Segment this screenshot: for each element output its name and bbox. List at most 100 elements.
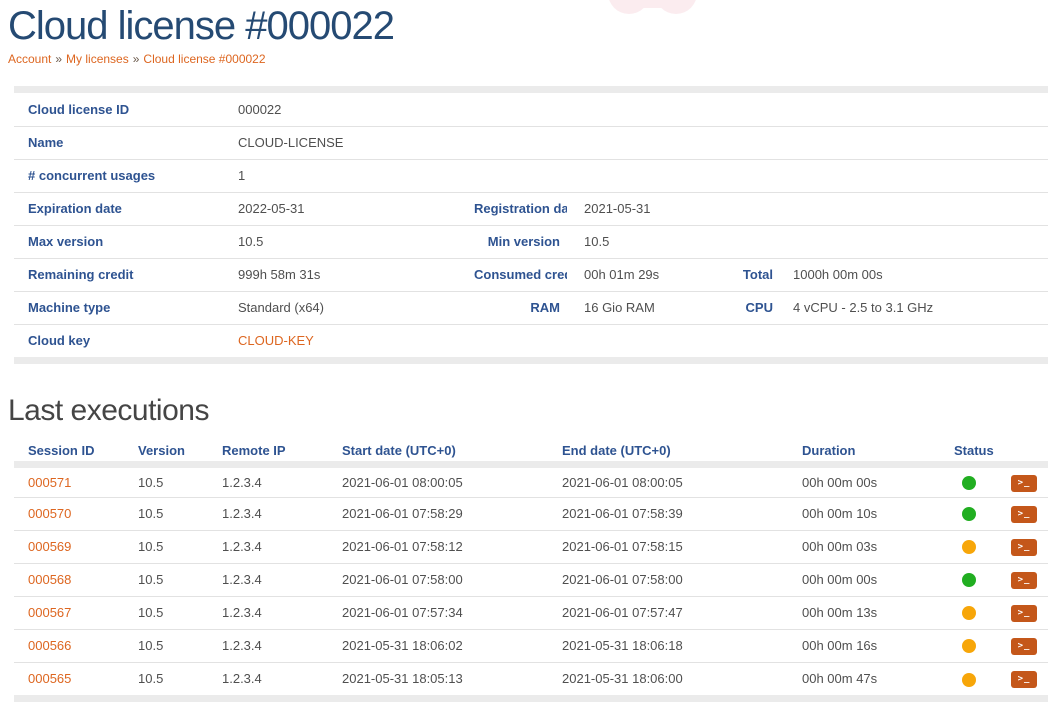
column-header-remote-ip: Remote IP xyxy=(221,440,341,464)
session-link[interactable]: 000571 xyxy=(28,475,71,490)
field-label: Registration date xyxy=(473,192,567,225)
field-label: Cloud license ID xyxy=(14,93,237,126)
table-row: Name CLOUD-LICENSE xyxy=(14,126,1048,159)
session-link[interactable]: 000568 xyxy=(28,572,71,587)
console-icon[interactable]: >_ xyxy=(1011,605,1037,622)
end-date-cell: 2021-05-31 18:06:18 xyxy=(561,629,801,662)
field-label: Total xyxy=(727,258,787,291)
end-date-cell: 2021-05-31 18:06:00 xyxy=(561,662,801,695)
column-header-end-date: End date (UTC+0) xyxy=(561,440,801,464)
start-date-cell: 2021-06-01 07:58:12 xyxy=(341,530,561,563)
field-value: 4 vCPU - 2.5 to 3.1 GHz xyxy=(787,291,1048,324)
duration-cell: 00h 00m 16s xyxy=(801,629,953,662)
status-indicator-icon xyxy=(962,606,976,620)
status-indicator-icon xyxy=(962,507,976,521)
section-heading: Last executions xyxy=(8,392,1062,430)
start-date-cell: 2021-06-01 07:58:29 xyxy=(341,497,561,530)
version-cell: 10.5 xyxy=(137,464,221,497)
field-value: 00h 01m 29s xyxy=(567,258,727,291)
console-icon[interactable]: >_ xyxy=(1011,671,1037,688)
field-value: 1000h 00m 00s xyxy=(787,258,1048,291)
breadcrumb: Account»My licenses»Cloud license #00002… xyxy=(0,50,1062,66)
license-details-table: Cloud license ID 000022 Name CLOUD-LICEN… xyxy=(14,93,1048,357)
field-value: 10.5 xyxy=(567,225,727,258)
console-icon[interactable]: >_ xyxy=(1011,638,1037,655)
session-link[interactable]: 000567 xyxy=(28,605,71,620)
duration-cell: 00h 00m 47s xyxy=(801,662,953,695)
version-cell: 10.5 xyxy=(137,497,221,530)
breadcrumb-link-current[interactable]: Cloud license #000022 xyxy=(143,52,265,66)
remote-ip-cell: 1.2.3.4 xyxy=(221,596,341,629)
table-row: # concurrent usages 1 xyxy=(14,159,1048,192)
start-date-cell: 2021-05-31 18:06:02 xyxy=(341,629,561,662)
table-header-row: Session ID Version Remote IP Start date … xyxy=(14,440,1048,464)
duration-cell: 00h 00m 00s xyxy=(801,464,953,497)
page-title: Cloud license #000022 xyxy=(0,0,1062,50)
execution-row: 000570 10.5 1.2.3.4 2021-06-01 07:58:29 … xyxy=(14,497,1048,530)
field-label: Remaining credit xyxy=(14,258,237,291)
field-label: Machine type xyxy=(14,291,237,324)
execution-row: 000566 10.5 1.2.3.4 2021-05-31 18:06:02 … xyxy=(14,629,1048,662)
version-cell: 10.5 xyxy=(137,530,221,563)
end-date-cell: 2021-06-01 07:58:15 xyxy=(561,530,801,563)
remote-ip-cell: 1.2.3.4 xyxy=(221,497,341,530)
console-icon[interactable]: >_ xyxy=(1011,506,1037,523)
version-cell: 10.5 xyxy=(137,629,221,662)
duration-cell: 00h 00m 13s xyxy=(801,596,953,629)
end-date-cell: 2021-06-01 07:58:00 xyxy=(561,563,801,596)
end-date-cell: 2021-06-01 08:00:05 xyxy=(561,464,801,497)
field-label: # concurrent usages xyxy=(14,159,237,192)
remote-ip-cell: 1.2.3.4 xyxy=(221,530,341,563)
status-indicator-icon xyxy=(962,673,976,687)
execution-row: 000568 10.5 1.2.3.4 2021-06-01 07:58:00 … xyxy=(14,563,1048,596)
end-date-cell: 2021-06-01 07:57:47 xyxy=(561,596,801,629)
end-date-cell: 2021-06-01 07:58:39 xyxy=(561,497,801,530)
execution-row: 000571 10.5 1.2.3.4 2021-06-01 08:00:05 … xyxy=(14,464,1048,497)
console-icon[interactable]: >_ xyxy=(1011,539,1037,556)
session-link[interactable]: 000570 xyxy=(28,506,71,521)
version-cell: 10.5 xyxy=(137,563,221,596)
duration-cell: 00h 00m 03s xyxy=(801,530,953,563)
remote-ip-cell: 1.2.3.4 xyxy=(221,629,341,662)
table-bottom-divider xyxy=(14,357,1048,364)
console-icon[interactable]: >_ xyxy=(1011,475,1037,492)
execution-row: 000567 10.5 1.2.3.4 2021-06-01 07:57:34 … xyxy=(14,596,1048,629)
column-header-duration: Duration xyxy=(801,440,953,464)
status-indicator-icon xyxy=(962,476,976,490)
field-label: Expiration date xyxy=(14,192,237,225)
start-date-cell: 2021-06-01 08:00:05 xyxy=(341,464,561,497)
table-row: Cloud license ID 000022 xyxy=(14,93,1048,126)
status-indicator-icon xyxy=(962,573,976,587)
field-value: CLOUD-LICENSE xyxy=(237,126,473,159)
start-date-cell: 2021-06-01 07:57:34 xyxy=(341,596,561,629)
session-link[interactable]: 000569 xyxy=(28,539,71,554)
duration-cell: 00h 00m 00s xyxy=(801,563,953,596)
table-row: Expiration date 2022-05-31 Registration … xyxy=(14,192,1048,225)
field-label: Name xyxy=(14,126,237,159)
breadcrumb-link-account[interactable]: Account xyxy=(8,52,51,66)
session-link[interactable]: 000566 xyxy=(28,638,71,653)
table-row: Machine type Standard (x64) RAM 16 Gio R… xyxy=(14,291,1048,324)
column-header-session-id: Session ID xyxy=(14,440,137,464)
field-value: 16 Gio RAM xyxy=(567,291,727,324)
duration-cell: 00h 00m 10s xyxy=(801,497,953,530)
field-value: 999h 58m 31s xyxy=(237,258,473,291)
breadcrumb-separator: » xyxy=(133,52,140,66)
status-indicator-icon xyxy=(962,540,976,554)
field-label: Max version xyxy=(14,225,237,258)
breadcrumb-separator: » xyxy=(55,52,62,66)
console-icon[interactable]: >_ xyxy=(1011,572,1037,589)
execution-row: 000569 10.5 1.2.3.4 2021-06-01 07:58:12 … xyxy=(14,530,1048,563)
table-top-divider xyxy=(14,86,1048,93)
breadcrumb-link-my-licenses[interactable]: My licenses xyxy=(66,52,129,66)
field-value: 000022 xyxy=(237,93,473,126)
table-row: Cloud key CLOUD-KEY xyxy=(14,324,1048,357)
session-link[interactable]: 000565 xyxy=(28,671,71,686)
column-header-console xyxy=(1000,440,1048,464)
remote-ip-cell: 1.2.3.4 xyxy=(221,662,341,695)
version-cell: 10.5 xyxy=(137,662,221,695)
column-header-start-date: Start date (UTC+0) xyxy=(341,440,561,464)
cloud-key-link[interactable]: CLOUD-KEY xyxy=(238,333,314,348)
column-header-status: Status xyxy=(953,440,1000,464)
field-value: 1 xyxy=(237,159,473,192)
